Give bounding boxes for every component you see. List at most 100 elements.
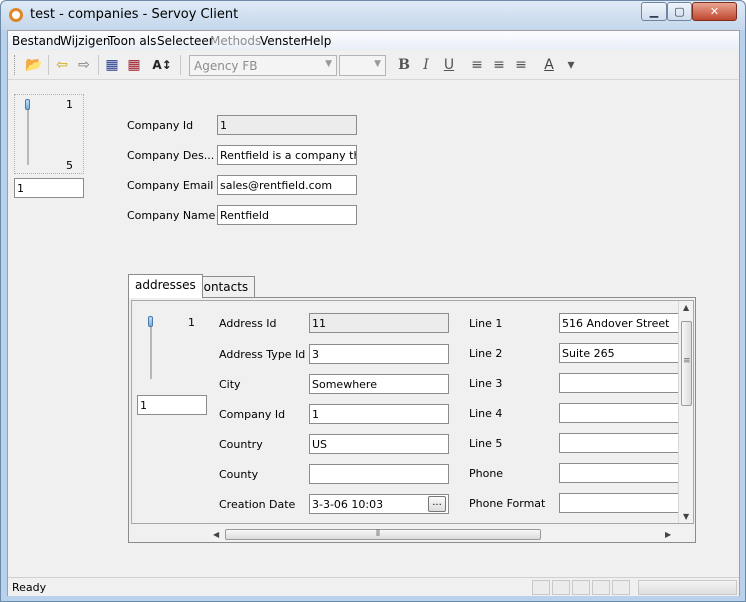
county-label: County: [219, 468, 259, 481]
company-description-field[interactable]: Rentfield is a company that r: [217, 145, 357, 165]
vertical-scrollbar[interactable]: ▲ ≡ ▼: [678, 301, 693, 523]
delete-record-icon[interactable]: ▦: [124, 55, 144, 75]
maximize-button[interactable]: ▢: [667, 2, 692, 21]
address-type-id-field[interactable]: 3: [309, 344, 449, 364]
company-email-field[interactable]: sales@rentfield.com: [217, 175, 357, 195]
scroll-up-icon[interactable]: ▲: [683, 303, 689, 312]
previous-record-icon[interactable]: ⇦: [52, 55, 72, 75]
phone-format-field[interactable]: [559, 493, 693, 513]
company-id-field[interactable]: 1: [217, 115, 357, 135]
font-color-icon[interactable]: A: [539, 55, 559, 75]
line-1-label: Line 1: [469, 317, 503, 330]
phone-field[interactable]: [559, 463, 693, 483]
font-color-dropdown-icon[interactable]: ▾: [561, 55, 581, 75]
toolbar-separator: [180, 55, 181, 75]
address-id-field[interactable]: 11: [309, 313, 449, 333]
record-slider[interactable]: 1 5: [14, 94, 84, 174]
underline-icon[interactable]: U: [439, 55, 459, 75]
menu-help[interactable]: Help: [304, 34, 331, 48]
align-right-icon[interactable]: ≡: [511, 55, 531, 75]
address-type-id-label: Address Type Id: [219, 348, 306, 361]
menu-venster[interactable]: Venster: [260, 34, 306, 48]
county-field[interactable]: [309, 464, 449, 484]
app-window: test - companies - Servoy Client ▁ ▢ ✕ B…: [0, 0, 746, 602]
slider-max-label: 1: [66, 98, 73, 111]
line-2-field[interactable]: Suite 265: [559, 343, 693, 363]
vertical-scroll-thumb[interactable]: ≡: [681, 321, 692, 406]
country-field[interactable]: US: [309, 434, 449, 454]
title-bar[interactable]: test - companies - Servoy Client ▁ ▢ ✕: [1, 1, 745, 30]
slider-track: [27, 101, 29, 165]
line-3-field[interactable]: [559, 373, 693, 393]
date-picker-button[interactable]: ...: [428, 496, 446, 512]
italic-icon[interactable]: I: [416, 55, 436, 75]
menu-bestand[interactable]: Bestand: [12, 34, 61, 48]
status-bar: Ready: [8, 577, 739, 596]
status-cell: [592, 580, 610, 595]
toolbar: 📂 ⇦ ⇨ ▦ ▦ A↕ Agency FB ▼ ▼ B I U ≡ ≡ ≡ A: [8, 51, 739, 80]
company-email-label: Company Email: [127, 179, 214, 192]
chevron-down-icon: ▼: [374, 59, 381, 69]
company-name-label: Company Name: [127, 209, 216, 222]
horizontal-scrollbar[interactable]: ◀ ⦀ ▶: [209, 527, 689, 542]
city-field[interactable]: Somewhere: [309, 374, 449, 394]
menu-selecteer[interactable]: Selecteer: [157, 34, 214, 48]
city-label: City: [219, 378, 241, 391]
status-cell: [612, 580, 630, 595]
bold-icon[interactable]: B: [394, 55, 414, 75]
align-left-icon[interactable]: ≡: [467, 55, 487, 75]
window-title: test - companies - Servoy Client: [30, 7, 239, 22]
sort-icon[interactable]: A↕: [152, 55, 172, 75]
new-record-icon[interactable]: ▦: [102, 55, 122, 75]
servoy-app-icon: [9, 8, 23, 22]
scroll-left-icon[interactable]: ◀: [213, 530, 219, 539]
menu-methods[interactable]: Methods: [210, 34, 261, 48]
address-record-index-input[interactable]: 1: [137, 395, 207, 415]
line-4-field[interactable]: [559, 403, 693, 423]
company-id-label: Company Id: [127, 119, 194, 132]
scroll-right-icon[interactable]: ▶: [665, 530, 671, 539]
font-name-combo[interactable]: Agency FB ▼: [189, 55, 337, 76]
address-slider-thumb[interactable]: [148, 316, 153, 327]
tab-addresses[interactable]: addresses: [128, 274, 203, 298]
chevron-down-icon: ▼: [325, 59, 332, 69]
next-record-icon[interactable]: ⇨: [74, 55, 94, 75]
record-index-input[interactable]: 1: [14, 178, 84, 198]
address-slider-track[interactable]: [150, 321, 152, 379]
status-cell: [552, 580, 570, 595]
open-folder-icon[interactable]: 📂: [24, 55, 44, 75]
address-company-id-label: Company Id: [219, 408, 286, 421]
menu-wijzigen[interactable]: Wijzigen: [60, 34, 111, 48]
line-1-field[interactable]: 516 Andover Street: [559, 313, 693, 333]
menu-toon-als[interactable]: Toon als: [108, 34, 156, 48]
addresses-form: 1 1 Address Id 11 Address Type Id 3 City…: [131, 300, 694, 524]
horizontal-scroll-thumb[interactable]: ⦀: [225, 529, 541, 540]
scroll-down-icon[interactable]: ▼: [683, 512, 689, 521]
client-area: Bestand Wijzigen Toon als Selecteer Meth…: [7, 30, 740, 596]
menu-bar: Bestand Wijzigen Toon als Selecteer Meth…: [8, 31, 739, 50]
address-slider-max-label: 1: [188, 316, 195, 329]
company-name-field[interactable]: Rentfield: [217, 205, 357, 225]
address-id-label: Address Id: [219, 317, 277, 330]
minimize-button[interactable]: ▁: [641, 2, 667, 21]
status-cell: [572, 580, 590, 595]
close-button[interactable]: ✕: [692, 2, 737, 21]
font-size-combo[interactable]: ▼: [339, 55, 386, 76]
grip-icon: ⦀: [376, 529, 380, 539]
status-progress: [638, 580, 737, 595]
toolbar-grip[interactable]: [14, 55, 16, 75]
status-text: Ready: [12, 581, 47, 594]
line-4-label: Line 4: [469, 407, 503, 420]
line-3-label: Line 3: [469, 377, 503, 390]
creation-date-value: 3-3-06 10:03: [312, 498, 384, 511]
addresses-tab-panel: 1 1 Address Id 11 Address Type Id 3 City…: [128, 297, 696, 543]
related-tabs: addresses contacts 1 1 Address Id 11 Add…: [128, 274, 696, 543]
line-5-label: Line 5: [469, 437, 503, 450]
phone-label: Phone: [469, 467, 504, 480]
company-description-label: Company Des...: [127, 149, 215, 162]
align-center-icon[interactable]: ≡: [489, 55, 509, 75]
line-5-field[interactable]: [559, 433, 693, 453]
toolbar-separator: [48, 55, 49, 75]
slider-thumb[interactable]: [25, 99, 30, 110]
address-company-id-field[interactable]: 1: [309, 404, 449, 424]
